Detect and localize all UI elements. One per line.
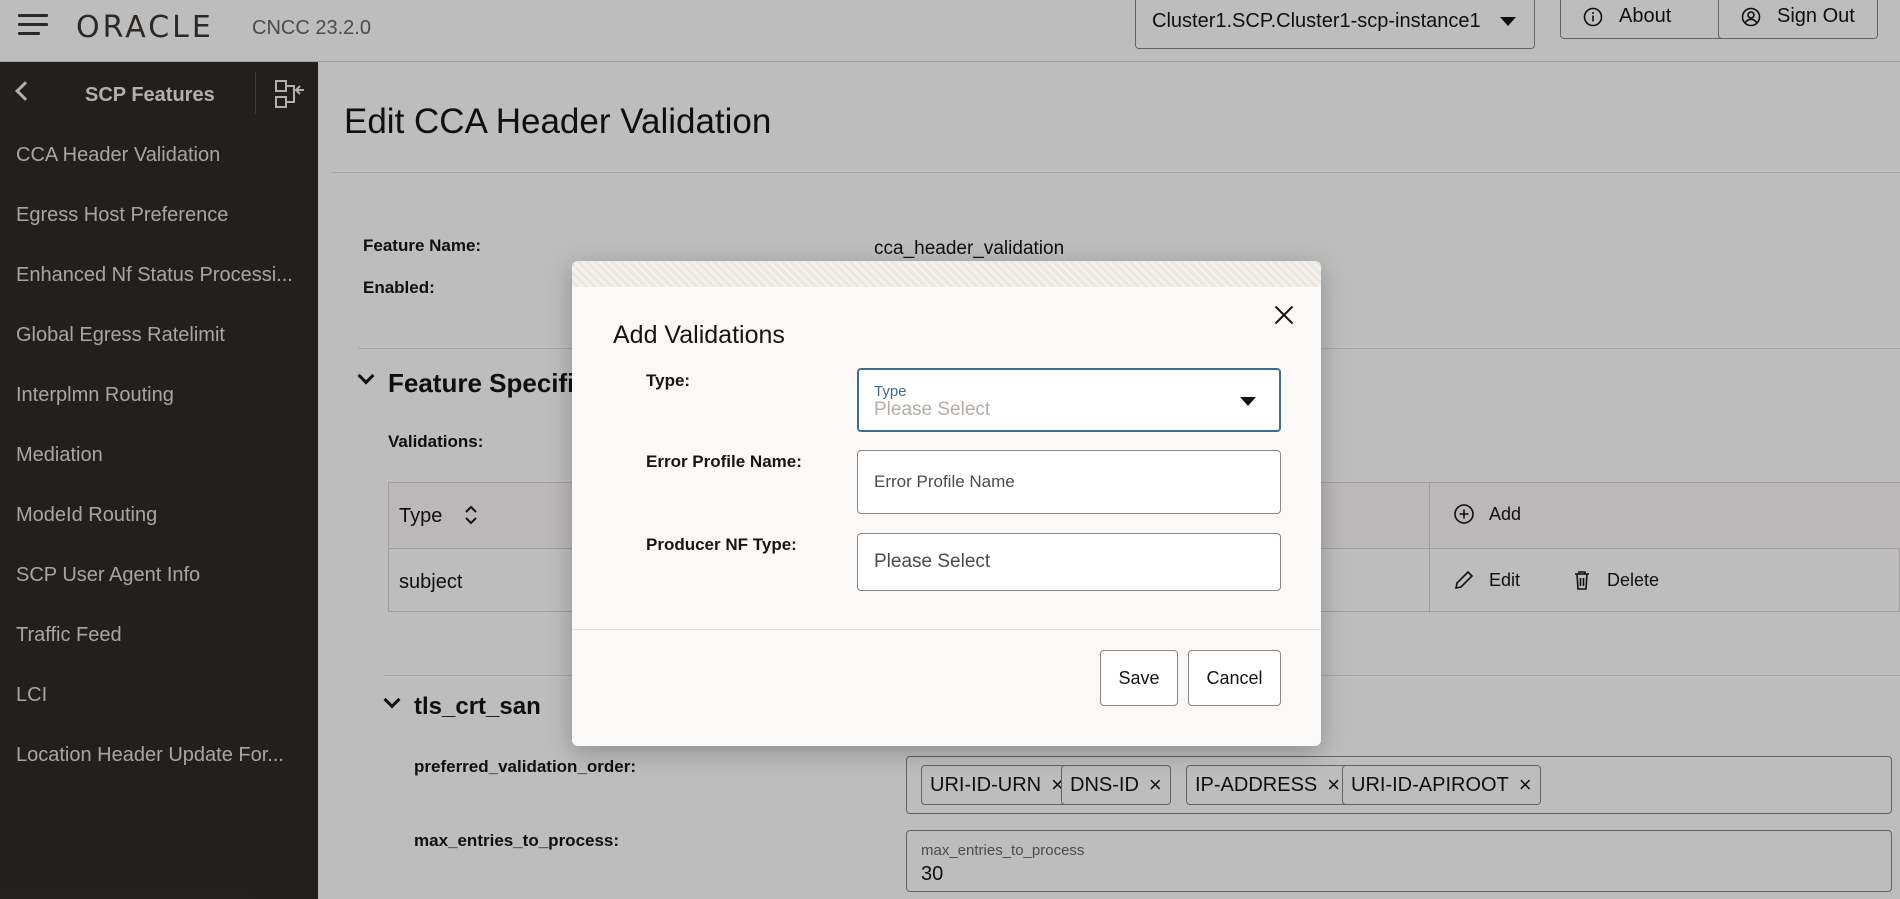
producer-nf-type-label: Producer NF Type:: [646, 535, 797, 554]
type-select[interactable]: Type Please Select: [857, 368, 1281, 432]
add-validations-dialog: Add Validations Type: Type Please Select…: [572, 261, 1321, 746]
save-button[interactable]: Save: [1100, 650, 1178, 706]
error-profile-name-input[interactable]: Error Profile Name: [857, 450, 1281, 514]
error-profile-name-placeholder: Error Profile Name: [874, 472, 1015, 491]
caret-down-icon: [1240, 397, 1256, 406]
producer-nf-type-select[interactable]: Please Select: [857, 533, 1281, 591]
dialog-title: Add Validations: [613, 321, 785, 349]
producer-nf-type-placeholder: Please Select: [874, 551, 991, 572]
divider: [572, 629, 1321, 630]
close-icon[interactable]: [1270, 301, 1298, 329]
type-label: Type:: [646, 371, 691, 390]
type-field-label: Type: [874, 383, 907, 400]
type-placeholder: Please Select: [874, 399, 991, 420]
cancel-button[interactable]: Cancel: [1188, 650, 1281, 706]
error-profile-name-label: Error Profile Name:: [646, 452, 802, 471]
dialog-header-band: [572, 261, 1321, 287]
